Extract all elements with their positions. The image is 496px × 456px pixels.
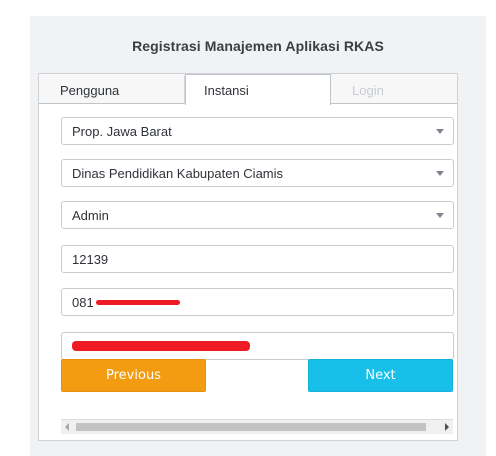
page-title: Registrasi Manajemen Aplikasi RKAS bbox=[132, 38, 384, 54]
redacted-input[interactable] bbox=[61, 332, 454, 360]
scroll-right-arrow-icon[interactable] bbox=[445, 423, 449, 431]
phone-input[interactable]: 081 bbox=[61, 288, 454, 316]
code-input[interactable]: 12139 bbox=[61, 245, 454, 273]
previous-button[interactable]: Previous bbox=[61, 359, 206, 392]
agency-select[interactable]: Dinas Pendidikan Kabupaten Ciamis bbox=[61, 159, 454, 187]
tab-instansi[interactable]: Instansi bbox=[185, 74, 331, 105]
redaction-mark bbox=[95, 299, 180, 305]
tab-pengguna[interactable]: Pengguna bbox=[47, 76, 185, 104]
phone-input-prefix: 081 bbox=[72, 294, 94, 310]
chevron-down-icon bbox=[436, 213, 444, 218]
redaction-mark bbox=[72, 341, 250, 351]
province-select[interactable]: Prop. Jawa Barat bbox=[61, 117, 454, 145]
tab-login: Login bbox=[352, 82, 384, 98]
scrollbar-thumb[interactable] bbox=[76, 423, 426, 431]
code-input-value: 12139 bbox=[72, 251, 109, 267]
agency-select-value: Dinas Pendidikan Kabupaten Ciamis bbox=[72, 165, 284, 181]
province-select-value: Prop. Jawa Barat bbox=[72, 123, 172, 139]
next-button[interactable]: Next bbox=[308, 359, 453, 392]
tab-bar: Pengguna Instansi Login bbox=[39, 74, 457, 105]
role-select[interactable]: Admin bbox=[61, 201, 454, 229]
chevron-down-icon bbox=[436, 171, 444, 176]
chevron-down-icon bbox=[436, 129, 444, 134]
horizontal-scrollbar[interactable] bbox=[61, 419, 453, 434]
scroll-left-arrow-icon[interactable] bbox=[65, 423, 69, 431]
role-select-value: Admin bbox=[72, 207, 109, 223]
